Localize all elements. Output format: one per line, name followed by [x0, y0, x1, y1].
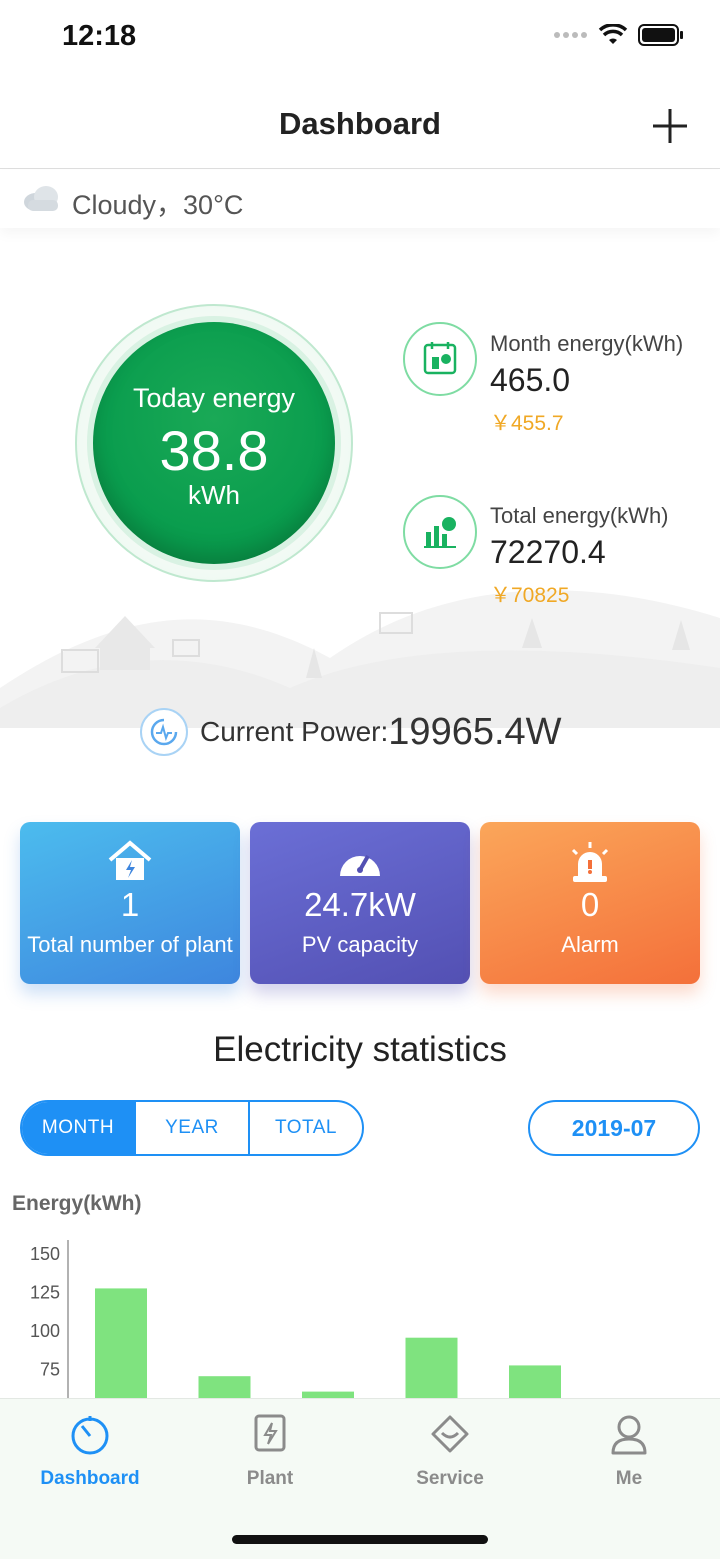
dashboard-icon [20, 1410, 160, 1458]
plant-count-label: Total number of plant [27, 932, 233, 957]
tab-plant[interactable]: Plant [200, 1410, 340, 1490]
home-indicator [232, 1535, 488, 1544]
tab-me[interactable]: Me [559, 1410, 699, 1490]
signal-icon [554, 32, 587, 38]
current-power: Current Power: 19965.4W [140, 708, 562, 756]
gauge-icon [250, 840, 470, 882]
total-energy-label: Total energy(kWh) [490, 503, 669, 528]
alarm-card[interactable]: 0 Alarm [480, 822, 700, 984]
user-icon [559, 1410, 699, 1458]
month-energy-icon [403, 322, 477, 396]
cloud-icon [24, 186, 58, 211]
tab-label: Me [615, 1468, 643, 1489]
month-energy-label: Month energy(kWh) [490, 331, 684, 356]
tab-service[interactable]: Service [380, 1410, 520, 1490]
wifi-icon [598, 24, 628, 44]
date-picker-button[interactable]: 2019-07 [528, 1100, 700, 1156]
tab-label: Plant [246, 1468, 294, 1489]
power-icon [140, 708, 188, 756]
chart-bar[interactable] [198, 1376, 251, 1400]
page-title: Dashboard [279, 106, 441, 141]
status-icons [554, 24, 684, 46]
plant-icon [200, 1410, 340, 1458]
chart-bar[interactable] [509, 1365, 561, 1400]
current-power-value: 19965.4W [388, 710, 562, 753]
tab-dashboard[interactable]: Dashboard [20, 1410, 160, 1490]
month-energy-value: 465.0 [490, 362, 571, 398]
y-tick-label: 100 [30, 1321, 60, 1341]
today-energy-value: 38.8 [159, 419, 269, 482]
today-energy-unit: kWh [188, 480, 240, 510]
service-icon [380, 1410, 520, 1458]
plus-icon [653, 109, 687, 143]
y-tick-label: 125 [30, 1283, 60, 1303]
stats-title: Electricity statistics [213, 1030, 507, 1069]
y-tick-label: 150 [30, 1244, 60, 1264]
month-energy-money: ￥455.7 [490, 412, 564, 435]
total-energy-value: 72270.4 [490, 534, 606, 570]
pv-capacity-card[interactable]: 24.7kW PV capacity [250, 822, 470, 984]
alarm-label: Alarm [561, 932, 619, 957]
pv-capacity-label: PV capacity [301, 932, 419, 957]
chart-bar[interactable] [95, 1288, 147, 1400]
alarm-value: 0 [580, 886, 600, 923]
weather-text: Cloudy，30°C [72, 190, 244, 220]
alarm-icon [480, 840, 700, 886]
status-time: 12:18 [62, 20, 137, 52]
add-button[interactable] [650, 106, 690, 146]
chart-ylabel: Energy(kWh) [12, 1192, 142, 1215]
header-divider [0, 168, 720, 169]
current-power-label: Current Power: [200, 716, 389, 747]
plant-count-card[interactable]: 1 Total number of plant [20, 822, 240, 984]
house-icon [20, 840, 240, 882]
today-energy-label: Today energy [132, 383, 296, 413]
tab-label: Service [416, 1468, 484, 1489]
tab-year[interactable]: YEAR [134, 1102, 248, 1154]
tab-label: Dashboard [40, 1468, 140, 1489]
tab-total[interactable]: TOTAL [248, 1102, 362, 1154]
total-energy-icon [403, 495, 477, 569]
tab-month[interactable]: MONTH [22, 1102, 134, 1154]
y-tick-label: 75 [40, 1360, 60, 1380]
pv-capacity-value: 24.7kW [304, 886, 416, 923]
period-segmented-control: MONTH YEAR TOTAL [20, 1100, 364, 1156]
battery-icon [638, 24, 683, 46]
total-energy-money: ￥70825 [490, 584, 570, 607]
chart-bar[interactable] [405, 1337, 458, 1400]
energy-bar-chart: 150 125 100 75 [30, 1240, 561, 1400]
plant-count-value: 1 [120, 886, 140, 923]
